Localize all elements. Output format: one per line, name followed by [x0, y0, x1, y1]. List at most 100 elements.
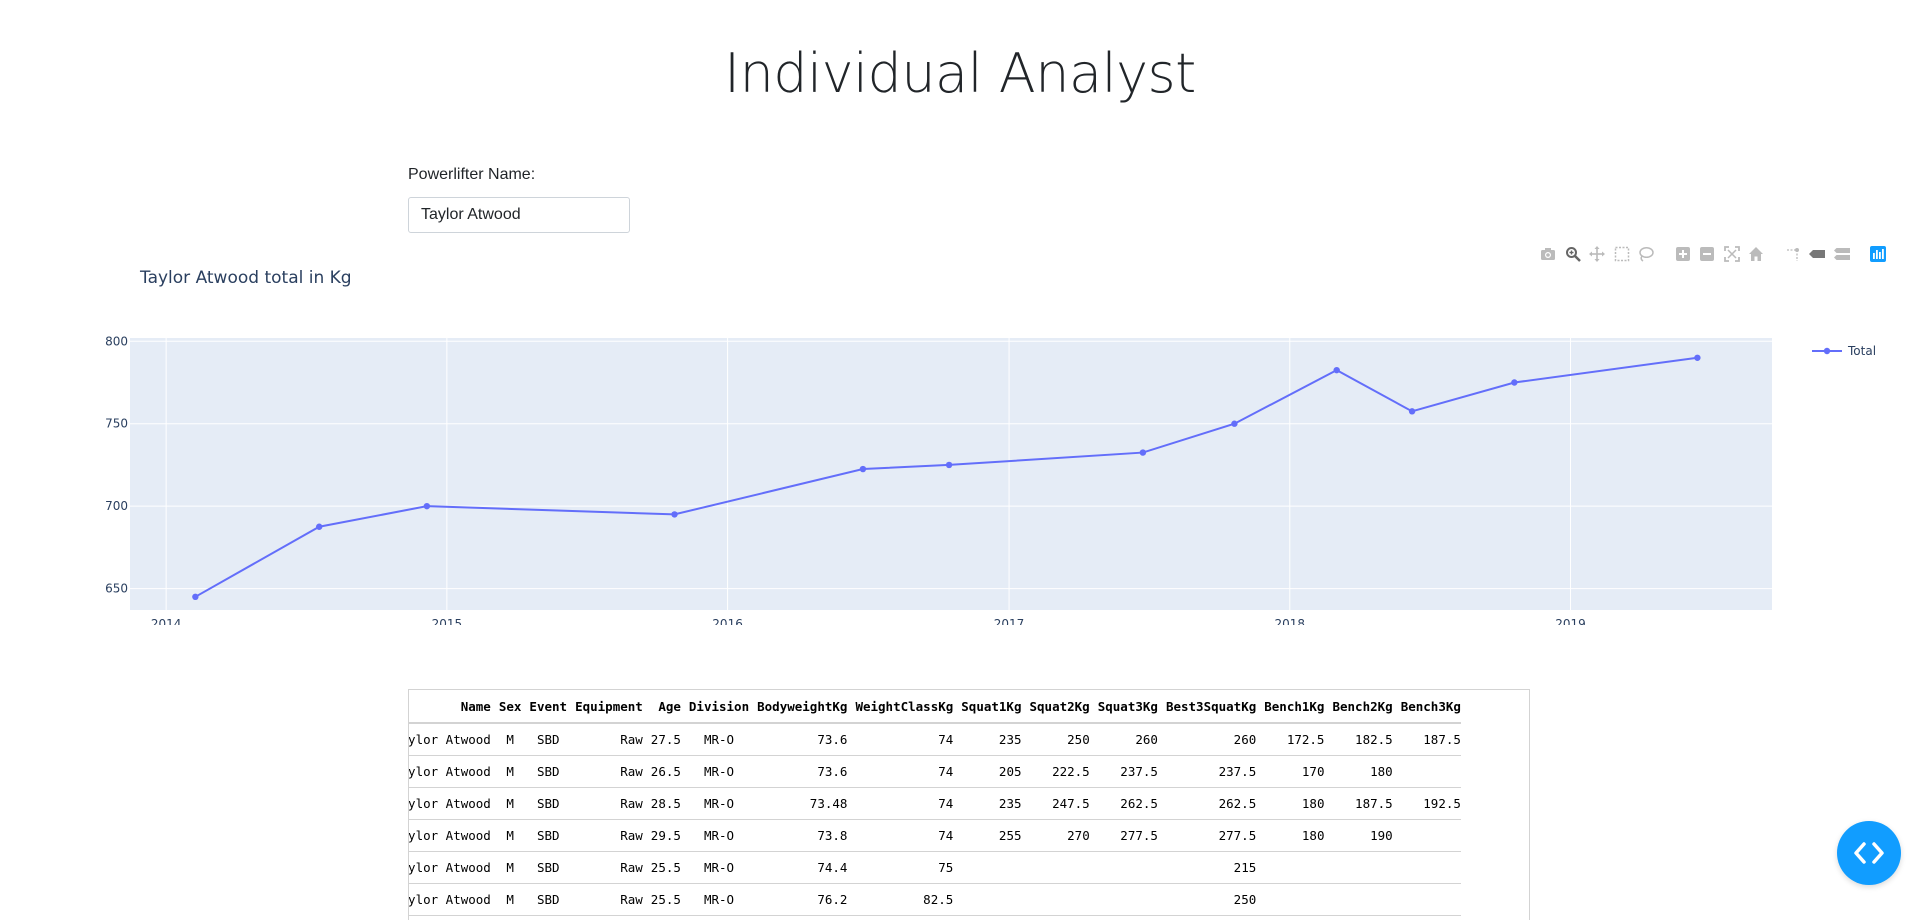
table-cell: 270 — [1022, 820, 1090, 852]
table-cell: 25.5 — [643, 852, 681, 884]
chart-title: Taylor Atwood total in Kg — [139, 268, 352, 288]
table-cell: 73.6 — [749, 756, 847, 788]
table-cell: 235 — [953, 788, 1021, 820]
y-tick-label: 800 — [105, 334, 128, 348]
x-tick-label: 2019 — [1555, 617, 1586, 625]
table-cell: 205 — [953, 756, 1021, 788]
table-cell — [953, 852, 1021, 884]
table-cell: MR-O — [681, 852, 749, 884]
x-tick-label: 2015 — [432, 617, 463, 625]
column-header: Age — [643, 690, 681, 723]
table-row: Taylor AtwoodMSBDRaw28.5MR-O73.487423524… — [408, 788, 1461, 820]
data-point[interactable] — [1231, 421, 1237, 427]
data-point[interactable] — [424, 503, 430, 509]
table-cell: 74.4 — [749, 852, 847, 884]
dev-tools-button[interactable] — [1837, 821, 1901, 885]
data-point[interactable] — [946, 462, 952, 468]
powerlifter-name-input[interactable] — [408, 197, 630, 233]
data-point[interactable] — [192, 594, 198, 600]
column-header: Bench2Kg — [1324, 690, 1392, 723]
table-cell: 190 — [1324, 820, 1392, 852]
data-point[interactable] — [316, 524, 322, 530]
table-cell — [749, 916, 847, 920]
table-cell: 26.5 — [643, 756, 681, 788]
table-cell: 180 — [1324, 756, 1392, 788]
table-body: Taylor AtwoodMSBDRaw27.5MR-O73.674235250… — [408, 723, 1461, 920]
table-cell: MR-O — [681, 788, 749, 820]
table-cell: 29.5 — [643, 820, 681, 852]
powerlifter-name-label: Powerlifter Name: — [408, 166, 535, 184]
table-cell — [1090, 852, 1158, 884]
table-row: Taylor AtwoodMSBDRaw26.5MR-O73.674205222… — [408, 756, 1461, 788]
table-cell: M — [491, 820, 522, 852]
table-cell — [1158, 916, 1256, 920]
table-cell: 73.6 — [749, 723, 847, 756]
table-cell — [1256, 916, 1324, 920]
table-cell: 277.5 — [1158, 820, 1256, 852]
table-cell: Raw — [567, 788, 643, 820]
chart-grid — [130, 338, 1772, 610]
table-cell: 237.5 — [1158, 756, 1256, 788]
y-tick-label: 700 — [105, 499, 128, 513]
table-cell: 75 — [847, 852, 953, 884]
table-cell — [953, 916, 1021, 920]
data-point[interactable] — [1409, 408, 1415, 414]
table-row — [408, 916, 1461, 920]
data-point[interactable] — [1511, 379, 1517, 385]
table-cell: 182.5 — [1324, 723, 1392, 756]
table-cell: Raw — [567, 852, 643, 884]
x-tick-label: 2014 — [151, 617, 182, 625]
table-cell: 170 — [1256, 756, 1324, 788]
column-header: Division — [681, 690, 749, 723]
table-cell: M — [491, 852, 522, 884]
legend-label-total: Total — [1847, 344, 1876, 358]
table-cell — [643, 916, 681, 920]
table-cell: 74 — [847, 723, 953, 756]
chart-svg: Taylor Atwood total in Kg 2014 2015 2016 20… — [0, 255, 1920, 625]
column-header: Squat1Kg — [953, 690, 1021, 723]
x-tick-label: 2018 — [1275, 617, 1306, 625]
data-point[interactable] — [1694, 355, 1700, 361]
table-cell: MR-O — [681, 820, 749, 852]
table-cell: Raw — [567, 820, 643, 852]
table-cell: 180 — [1256, 788, 1324, 820]
table-cell — [408, 916, 491, 920]
column-header: Squat3Kg — [1090, 690, 1158, 723]
table-cell — [681, 916, 749, 920]
data-point[interactable] — [1333, 367, 1339, 373]
table-cell: Taylor Atwood — [408, 820, 491, 852]
table-cell: SBD — [521, 756, 567, 788]
table-cell: 187.5 — [1393, 723, 1461, 756]
table-cell: 27.5 — [643, 723, 681, 756]
table-cell: M — [491, 756, 522, 788]
table-cell: 74 — [847, 820, 953, 852]
column-header: Equipment — [567, 690, 643, 723]
data-point[interactable] — [671, 511, 677, 517]
table-cell: SBD — [521, 852, 567, 884]
table-cell: M — [491, 723, 522, 756]
legend-marker — [1824, 348, 1830, 354]
table-cell: 74 — [847, 788, 953, 820]
data-point[interactable] — [1140, 449, 1146, 455]
table-cell: 277.5 — [1090, 820, 1158, 852]
table-cell — [1393, 852, 1461, 884]
page-title: Individual Analyst — [0, 42, 1920, 105]
table-cell — [1324, 916, 1392, 920]
column-header: BodyweightKg — [749, 690, 847, 723]
x-tick-label: 2016 — [712, 617, 743, 625]
chart-legend[interactable]: Total — [1812, 344, 1876, 358]
x-tick-label: 2017 — [994, 617, 1025, 625]
data-point[interactable] — [860, 466, 866, 472]
table-row: Taylor AtwoodMSBDRaw29.5MR-O73.874255270… — [408, 820, 1461, 852]
table-cell: 222.5 — [1022, 756, 1090, 788]
table-cell: SBD — [521, 723, 567, 756]
total-line-chart: Taylor Atwood total in Kg 2014 2015 2016 20… — [0, 255, 1920, 625]
results-table-container[interactable]: NameSexEventEquipmentAgeDivisionBodyweig… — [408, 689, 1530, 920]
column-header: Event — [521, 690, 567, 723]
table-cell: Raw — [567, 723, 643, 756]
table-header-row: NameSexEventEquipmentAgeDivisionBodyweig… — [408, 690, 1461, 723]
table-cell: 215 — [1158, 852, 1256, 884]
table-cell — [1324, 852, 1392, 884]
table-row: Taylor AtwoodMSBDRaw27.5MR-O73.674235250… — [408, 723, 1461, 756]
table-cell: 247.5 — [1022, 788, 1090, 820]
